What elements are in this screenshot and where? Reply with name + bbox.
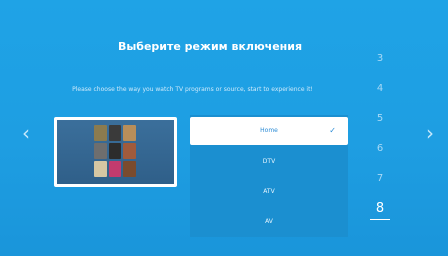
mode-option-label: Home (260, 127, 278, 134)
checkmark-icon: ✓ (329, 126, 336, 135)
thumbnail (94, 161, 107, 177)
page-title: Выберите режим включения (117, 40, 303, 53)
step-number: 3 (376, 53, 384, 64)
thumbnail-grid (94, 125, 136, 177)
thumbnail (94, 125, 107, 141)
mode-option-av[interactable]: AV (190, 207, 348, 237)
thumbnail (108, 125, 122, 141)
mode-option-home[interactable]: Home ✓ (190, 117, 348, 145)
mode-option-label: DTV (262, 158, 276, 165)
thumbnail (108, 161, 122, 177)
chevron-right-icon[interactable]: › (426, 123, 434, 143)
page-subtitle: Please choose the way you watch TV progr… (72, 86, 313, 93)
chevron-left-icon[interactable]: ‹ (22, 123, 30, 143)
thumbnail (123, 143, 136, 159)
step-number: 6 (376, 143, 384, 154)
thumbnail (108, 143, 122, 159)
thumbnail (123, 161, 136, 177)
mode-option-label: AV (265, 218, 273, 225)
step-number-current: 8 (375, 201, 385, 216)
mode-option-label: ATV (263, 188, 275, 195)
step-number: 7 (376, 173, 384, 184)
current-step-underline (370, 219, 390, 220)
thumbnail (123, 125, 136, 141)
thumbnail (94, 143, 107, 159)
preview-screen (57, 120, 174, 184)
mode-option-atv[interactable]: ATV (190, 177, 348, 207)
step-number: 5 (376, 113, 384, 124)
mode-option-dtv[interactable]: DTV (190, 147, 348, 177)
step-number: 4 (376, 83, 384, 94)
mode-list: Home ✓ DTV ATV AV (190, 115, 348, 237)
mode-preview-image (54, 117, 177, 187)
setup-screen: Выберите режим включения Please choose t… (0, 0, 448, 256)
